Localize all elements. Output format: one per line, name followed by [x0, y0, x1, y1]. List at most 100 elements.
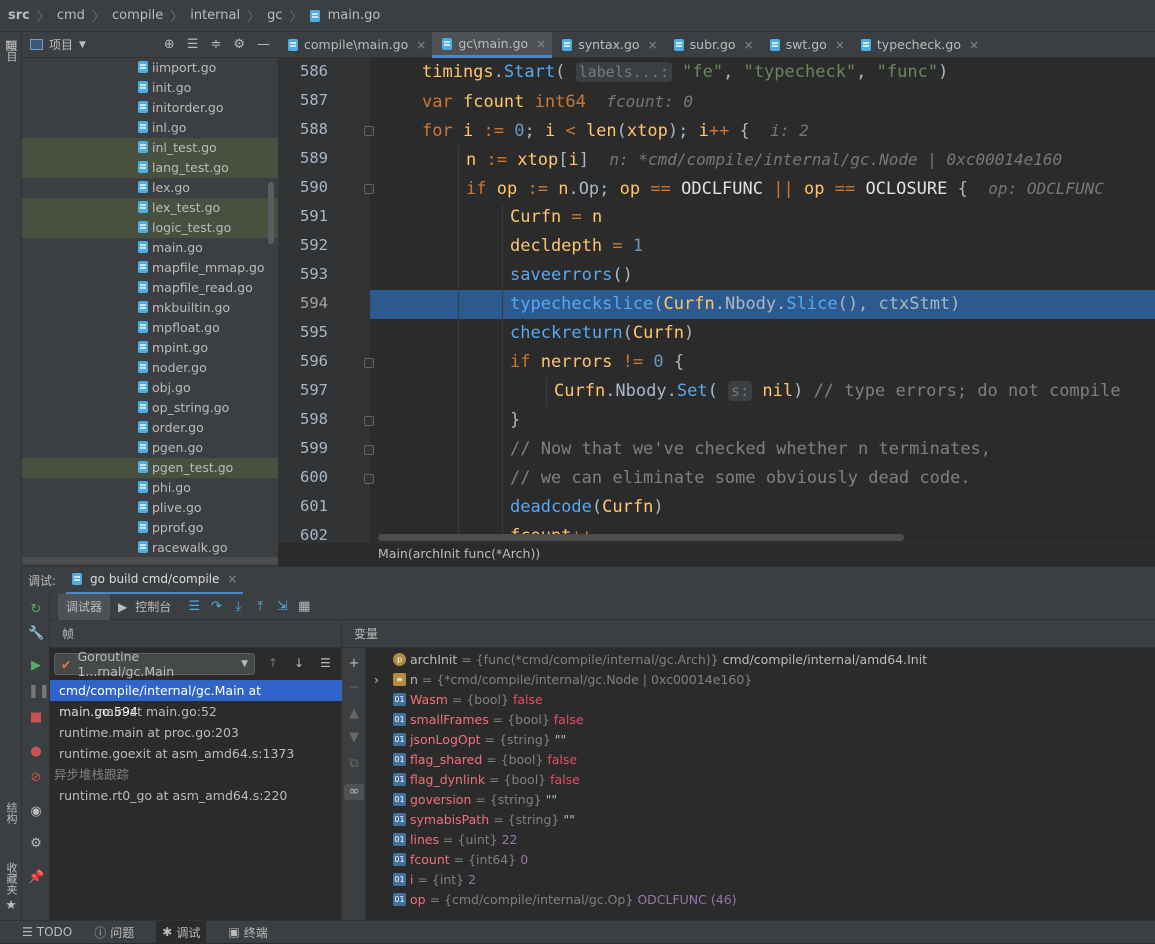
editor-tab[interactable]: typecheck.go ×: [851, 32, 985, 58]
expand-all-icon[interactable]: ☰: [187, 37, 199, 52]
todo-tool[interactable]: ☰ TODO: [22, 925, 72, 939]
project-tool-label[interactable]: 项目: [3, 40, 19, 62]
tree-file-item[interactable]: pgen_test.go: [22, 458, 278, 478]
filter-icon[interactable]: ☰: [320, 656, 331, 670]
code-line[interactable]: deadcode(Curfn): [370, 493, 1155, 522]
arrow-up-icon[interactable]: ↑: [268, 656, 278, 670]
tree-file-item[interactable]: obj.go: [22, 378, 278, 398]
tree-file-item[interactable]: inl_test.go: [22, 138, 278, 158]
view-breakpoints-icon[interactable]: ●: [28, 744, 44, 760]
tree-file-item[interactable]: lex_test.go: [22, 198, 278, 218]
tree-hscrollbar[interactable]: [22, 557, 278, 564]
editor-tab[interactable]: swt.go ×: [760, 32, 851, 58]
stack-frame[interactable]: main.main at main.go:52: [50, 701, 342, 722]
code-line[interactable]: timings.Start( labels...: "fe", "typeche…: [370, 58, 1155, 87]
tree-file-item[interactable]: pgen.go: [22, 438, 278, 458]
variable-row[interactable]: 01 flag_shared = {bool} false: [366, 750, 1155, 770]
tree-scrollbar[interactable]: [268, 182, 274, 244]
chevron-right-icon[interactable]: ›: [374, 670, 379, 690]
code-line[interactable]: saveerrors(): [370, 261, 1155, 290]
breadcrumb-item[interactable]: main.go: [328, 8, 381, 23]
tree-file-item[interactable]: phi.go: [22, 478, 278, 498]
show-execution-point-icon[interactable]: ☰: [187, 599, 201, 614]
current-execution-line[interactable]: typecheckslice(Curfn.Nbody.Slice(), ctxS…: [370, 290, 1155, 319]
mute-breakpoints-icon[interactable]: ⊘: [28, 770, 44, 786]
code-line[interactable]: if nerrors != 0 {: [370, 348, 1155, 377]
tree-file-item[interactable]: iimport.go: [22, 58, 278, 78]
favorites-tool-label[interactable]: 收藏夹: [3, 862, 19, 895]
project-panel-title[interactable]: 项目: [49, 36, 73, 53]
tree-file-item[interactable]: init.go: [22, 78, 278, 98]
tree-file-item[interactable]: lang_test.go: [22, 158, 278, 178]
step-into-icon[interactable]: ⤓: [231, 599, 245, 614]
tree-file-item[interactable]: racewalk.go: [22, 538, 278, 558]
tree-file-item[interactable]: inl.go: [22, 118, 278, 138]
tree-file-item[interactable]: logic_test.go: [22, 218, 278, 238]
close-icon[interactable]: ×: [648, 32, 658, 58]
editor-tab[interactable]: gc\main.go ×: [432, 31, 553, 58]
editor-tab[interactable]: syntax.go ×: [552, 32, 663, 58]
variable-row[interactable]: 01 flag_dynlink = {bool} false: [366, 770, 1155, 790]
close-icon[interactable]: ×: [744, 32, 754, 58]
code-line[interactable]: // we can eliminate some obviously dead …: [370, 464, 1155, 493]
code-line[interactable]: }: [370, 406, 1155, 435]
tree-file-item[interactable]: mpint.go: [22, 338, 278, 358]
tree-file-item[interactable]: initorder.go: [22, 98, 278, 118]
variable-row[interactable]: 01 i = {int} 2: [366, 870, 1155, 890]
gear-icon[interactable]: ⚙: [233, 37, 245, 52]
star-icon[interactable]: ★: [3, 898, 19, 914]
close-icon[interactable]: ×: [416, 32, 426, 58]
tree-file-item[interactable]: mpfloat.go: [22, 318, 278, 338]
tree-file-item[interactable]: op_string.go: [22, 398, 278, 418]
tree-file-item[interactable]: main.go: [22, 238, 278, 258]
move-down-icon[interactable]: ▼: [346, 730, 362, 746]
minimize-icon[interactable]: —: [257, 37, 270, 52]
variable-row[interactable]: 01 goversion = {string} "": [366, 790, 1155, 810]
wrench-icon[interactable]: 🔧: [28, 626, 44, 642]
variable-row[interactable]: 01 jsonLogOpt = {string} "": [366, 730, 1155, 750]
code-line[interactable]: Curfn.Nbody.Set( s: nil) // type errors;…: [370, 377, 1155, 406]
close-icon[interactable]: ×: [227, 572, 237, 586]
problems-tool[interactable]: ⓘ 问题: [94, 924, 134, 941]
settings-icon[interactable]: ⚙: [28, 836, 44, 852]
chevron-down-icon[interactable]: ▼: [79, 40, 86, 50]
code-line[interactable]: n := xtop[i] n: *cmd/compile/internal/gc…: [370, 145, 1155, 174]
goroutine-select[interactable]: ✔ Goroutine 1...rnal/gc.Main ▼: [54, 649, 255, 679]
breadcrumb-item[interactable]: cmd: [57, 8, 85, 23]
code-line[interactable]: decldepth = 1: [370, 232, 1155, 261]
breadcrumb-item[interactable]: compile: [112, 8, 163, 23]
tab-debugger[interactable]: 调试器: [58, 593, 111, 620]
tree-file-item[interactable]: plive.go: [22, 498, 278, 518]
move-up-icon[interactable]: ▲: [346, 706, 362, 722]
step-over-icon[interactable]: ↷: [209, 599, 223, 614]
arrow-down-icon[interactable]: ↓: [294, 656, 304, 670]
tree-file-item[interactable]: lex.go: [22, 178, 278, 198]
close-icon[interactable]: ×: [536, 31, 546, 57]
run-to-cursor-icon[interactable]: ⇲: [275, 599, 289, 614]
variable-row[interactable]: 01 smallFrames = {bool} false: [366, 710, 1155, 730]
editor-hscrollbar[interactable]: [370, 534, 1155, 542]
code-line[interactable]: Curfn = n: [370, 203, 1155, 232]
camera-icon[interactable]: ◉: [28, 804, 44, 820]
evaluate-expression-icon[interactable]: ▦: [297, 599, 311, 614]
tree-file-item[interactable]: mkbuiltin.go: [22, 298, 278, 318]
collapse-all-icon[interactable]: ≑: [210, 37, 221, 52]
locate-icon[interactable]: ⊕: [164, 37, 175, 52]
stack-frame[interactable]: runtime.goexit at asm_amd64.s:1373: [50, 743, 342, 764]
variable-row[interactable]: 01 op = {cmd/compile/internal/gc.Op} ODCL…: [366, 890, 1155, 910]
debug-session-tab[interactable]: go build cmd/compile ×: [66, 567, 244, 595]
stack-frame[interactable]: runtime.rt0_go at asm_amd64.s:220: [50, 785, 342, 806]
code-line[interactable]: if op := n.Op; op == ODCLFUNC || op == O…: [370, 174, 1155, 203]
stop-icon[interactable]: ■: [28, 710, 44, 726]
remove-watch-icon[interactable]: −: [346, 680, 362, 696]
tree-file-item[interactable]: pprof.go: [22, 518, 278, 538]
close-icon[interactable]: ×: [835, 32, 845, 58]
code-line[interactable]: var fcount int64 fcount: 0: [370, 87, 1155, 116]
tree-file-item[interactable]: order.go: [22, 418, 278, 438]
code-line[interactable]: checkreturn(Curfn): [370, 319, 1155, 348]
resume-icon[interactable]: ▶: [28, 658, 44, 674]
pin-icon[interactable]: 📌: [28, 870, 44, 886]
tab-console[interactable]: 控制台: [135, 594, 179, 620]
breadcrumb-item[interactable]: gc: [267, 8, 282, 23]
editor-tab[interactable]: compile\main.go ×: [278, 32, 432, 58]
